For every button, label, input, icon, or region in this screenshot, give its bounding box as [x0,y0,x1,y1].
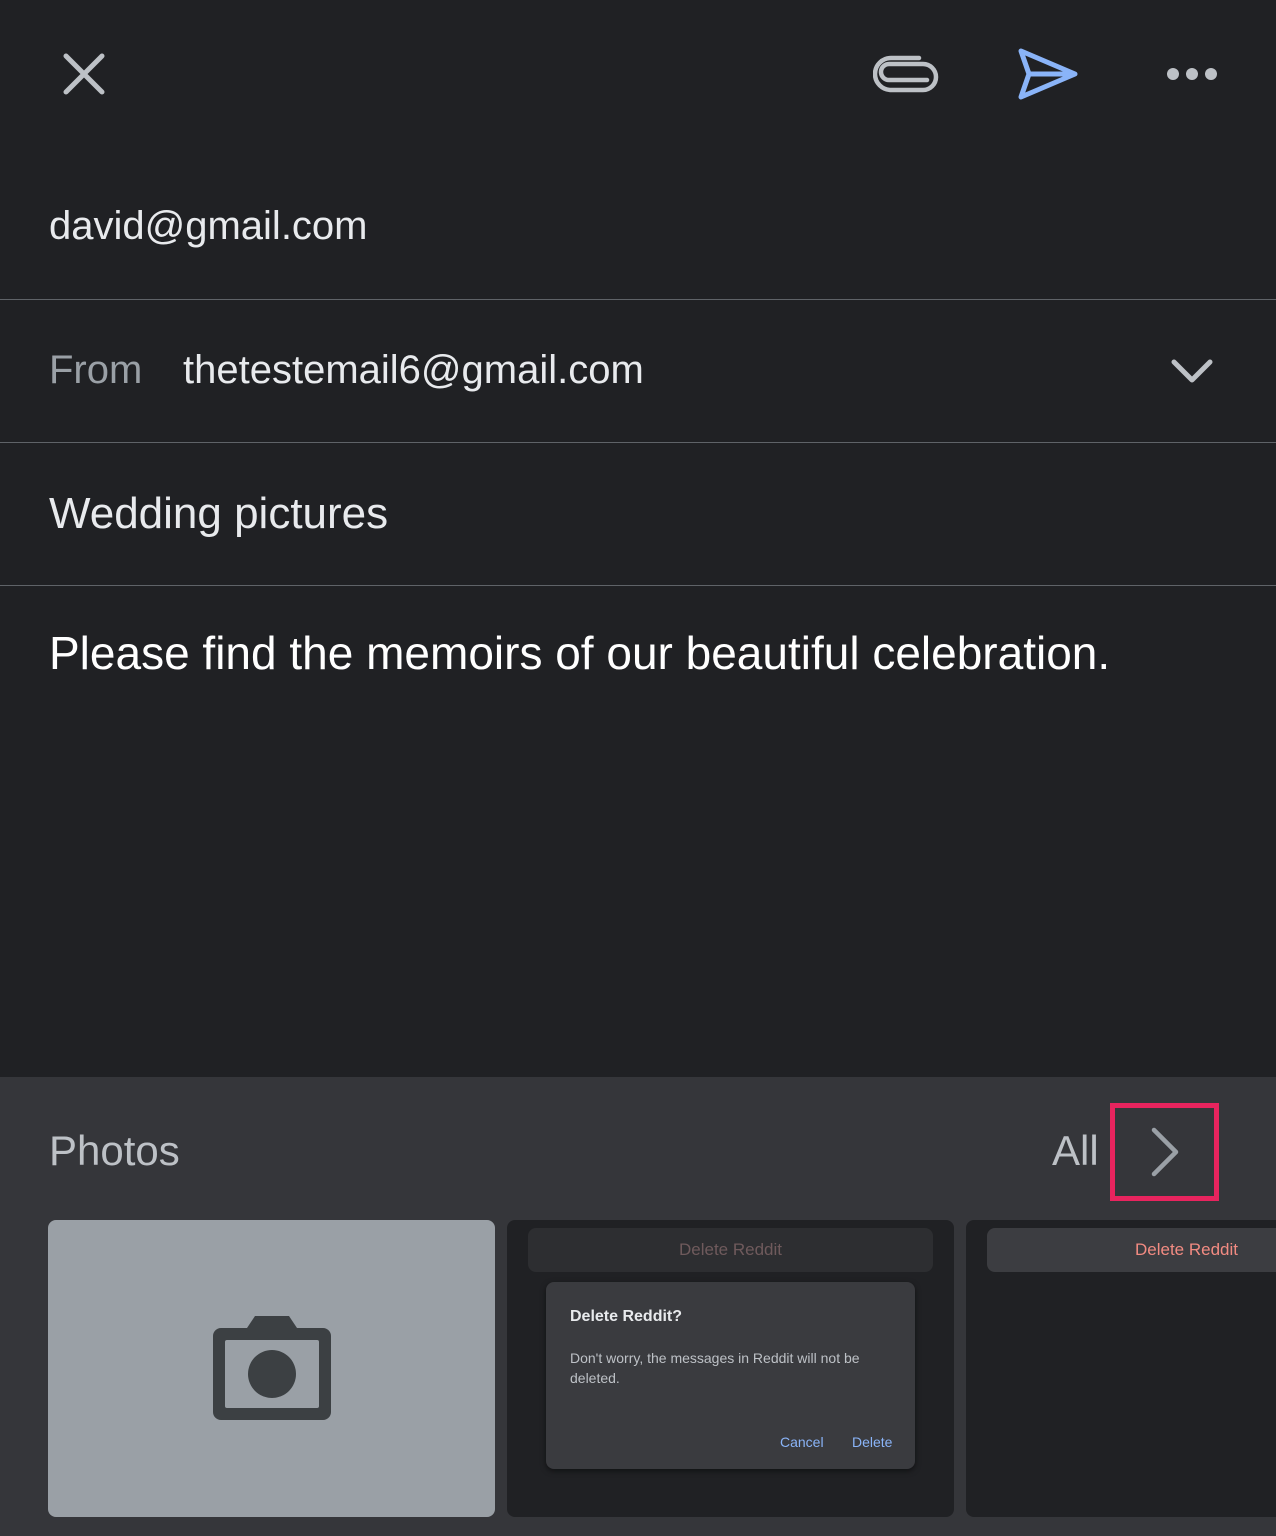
send-icon [1018,48,1078,100]
from-dropdown-button[interactable] [1160,342,1224,400]
thumbnail-bar-text: Delete Reddit [987,1228,1276,1272]
thumbnail-bar-text: Delete Reddit [528,1228,933,1272]
to-field[interactable]: david@gmail.com [49,204,368,249]
paperclip-icon [873,55,939,93]
photos-title: Photos [49,1127,180,1174]
close-icon [63,53,105,95]
to-field-row[interactable]: david@gmail.com [0,150,1276,300]
more-options-button[interactable] [1152,34,1232,114]
chevron-right-icon [1151,1127,1178,1177]
send-button[interactable] [1006,34,1090,114]
attach-button[interactable] [862,34,950,114]
thumbnail-dialog-title: Delete Reddit? [570,1308,683,1325]
thumbnail-dialog-message: Don't worry, the messages in Reddit will… [570,1350,860,1386]
photo-thumbnail[interactable]: Delete Reddit Delete Reddit? Don't worry… [507,1220,954,1517]
compose-body[interactable]: Please find the memoirs of our beautiful… [0,586,1276,1077]
chevron-down-icon [1171,359,1213,383]
more-horizontal-icon [1167,68,1217,80]
close-button[interactable] [44,34,124,114]
photo-thumbnail[interactable]: Delete Reddit [966,1220,1276,1517]
body-text[interactable]: Please find the memoirs of our beautiful… [49,626,1110,680]
thumbnail-dialog: Delete Reddit? Don't worry, the messages… [546,1282,915,1469]
compose-toolbar [0,0,1276,150]
photos-panel: Photos All Delete Reddit Delete Reddit? … [0,1077,1276,1536]
from-field-row[interactable]: From thetestemail6@gmail.com [0,300,1276,443]
thumbnail-dialog-cancel: Cancel [780,1434,824,1450]
from-label: From [49,348,143,392]
all-photos-link[interactable]: All [1052,1127,1099,1175]
camera-tile[interactable] [48,1220,495,1517]
camera-icon [212,1315,331,1420]
subject-field[interactable]: Wedding pictures [49,489,388,539]
from-field[interactable]: thetestemail6@gmail.com [183,348,644,393]
all-photos-chevron-button[interactable] [1110,1103,1219,1201]
subject-field-row[interactable]: Wedding pictures [0,443,1276,586]
thumbnail-dialog-delete: Delete [852,1434,893,1450]
